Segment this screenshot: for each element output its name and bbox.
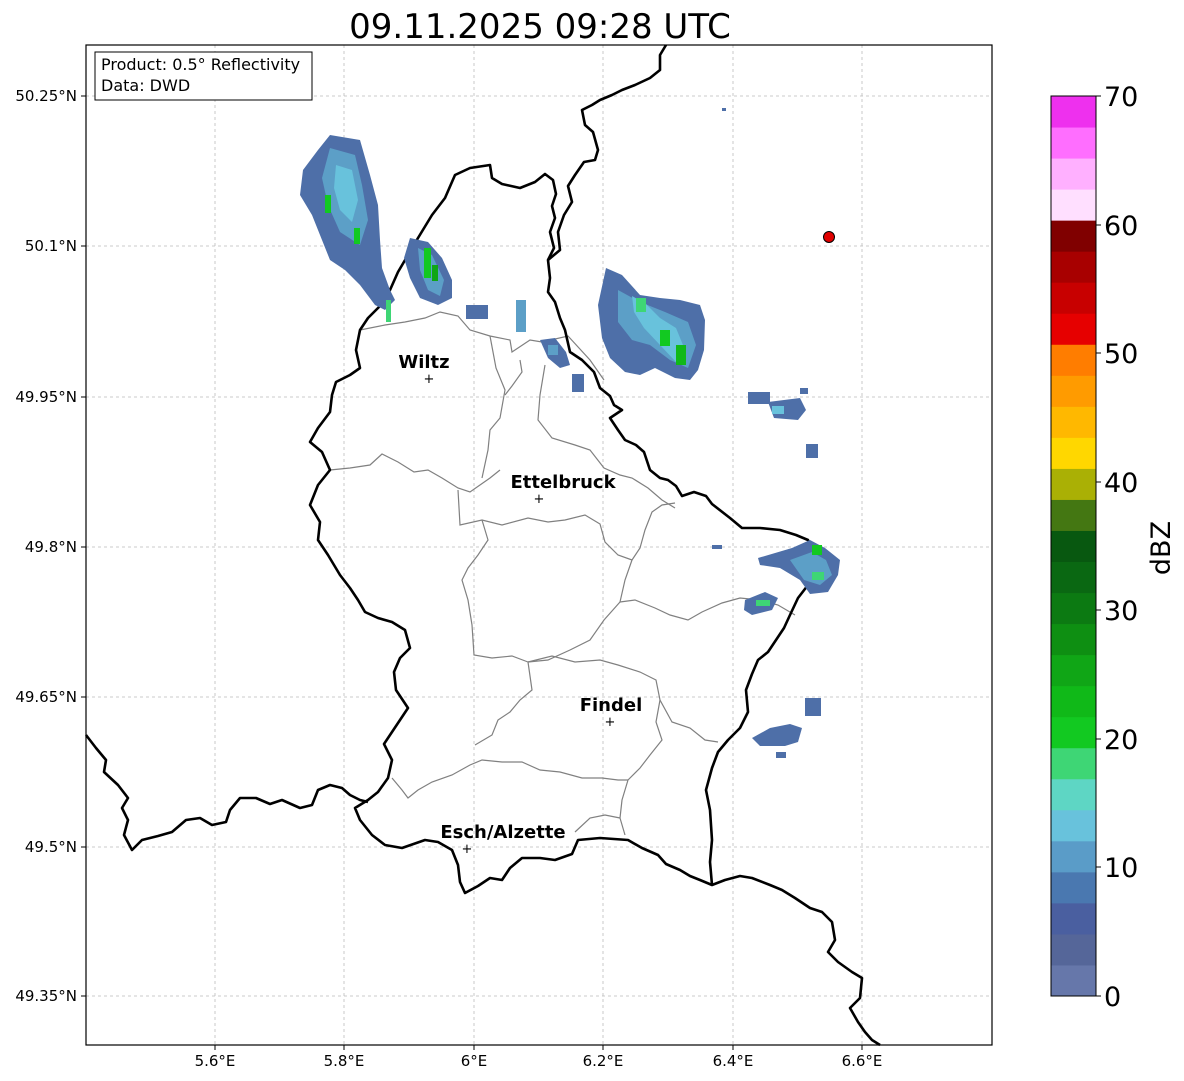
product-label: Product: 0.5° Reflectivity [101,55,300,74]
x-tick-label: 6.6°E [842,1052,883,1070]
colorbar-segment [1051,654,1096,687]
colorbar-tick-marks [1096,95,1101,997]
map-area[interactable] [86,45,992,1045]
y-tick-label: 49.95°N [15,388,77,406]
colorbar-tick-label: 30 [1104,596,1138,627]
x-axis-labels: 5.6°E 5.8°E 6°E 6.2°E 6.4°E 6.6°E [195,1052,883,1070]
colorbar-segment [1051,406,1096,438]
colorbar-tick-label: 50 [1104,339,1138,370]
city-label: Wiltz [398,352,449,373]
colorbar-unit-label: dBZ [1146,521,1177,575]
city-marker-icon: + [605,715,616,730]
colorbar-segment [1051,592,1096,625]
radar-site-marker[interactable] [823,231,835,243]
colorbar-tick-label: 0 [1104,982,1121,1013]
city-marker-icon: + [534,492,545,507]
colorbar-segment [1051,747,1096,780]
colorbar-segment [1051,809,1096,842]
y-tick-label: 49.8°N [25,538,77,556]
x-tick-label: 6.4°E [713,1052,754,1070]
colorbar-segment [1051,902,1096,935]
x-tick-label: 6.2°E [583,1052,624,1070]
colorbar-segment [1051,96,1096,128]
colorbar-segment [1051,437,1096,469]
y-tick-label: 49.35°N [15,987,77,1005]
colorbar-segment [1051,344,1096,376]
colorbar-segment [1051,189,1096,221]
colorbar-segment [1051,127,1096,159]
colorbar [1051,96,1096,997]
colorbar-segment [1051,282,1096,314]
city-marker-icon: + [424,372,435,387]
colorbar-segment [1051,530,1096,563]
colorbar-tick-label: 20 [1104,725,1138,756]
colorbar-segment [1051,685,1096,718]
colorbar-segment [1051,499,1096,531]
x-tick-label: 6°E [461,1052,488,1070]
y-tick-label: 50.25°N [15,87,77,105]
y-tick-label: 49.5°N [25,838,77,856]
colorbar-tick-label: 40 [1104,468,1138,499]
city-label: Ettelbruck [510,472,616,493]
colorbar-segment [1051,251,1096,283]
city-marker-icon: + [462,842,473,857]
colorbar-segment [1051,158,1096,190]
data-source-label: Data: DWD [101,76,190,95]
colorbar-segment [1051,840,1096,873]
y-axis-labels: 50.25°N 50.1°N 49.95°N 49.8°N 49.65°N 49… [15,87,77,1005]
map-title: 09.11.2025 09:28 UTC [349,7,731,47]
colorbar-segment [1051,468,1096,500]
city-label: Esch/Alzette [440,822,565,843]
colorbar-segment [1051,716,1096,749]
colorbar-segment [1051,375,1096,407]
colorbar-segment [1051,561,1096,594]
colorbar-segment [1051,871,1096,904]
colorbar-segment [1051,964,1096,997]
colorbar-tick-label: 70 [1104,82,1138,113]
colorbar-segment [1051,778,1096,811]
colorbar-segment [1051,623,1096,656]
info-box: Product: 0.5° Reflectivity Data: DWD [94,51,313,101]
y-tick-label: 49.65°N [15,688,77,706]
colorbar-tick-label: 60 [1104,211,1138,242]
y-tick-label: 50.1°N [25,237,77,255]
colorbar-segment [1051,220,1096,252]
colorbar-segment [1051,313,1096,345]
x-tick-label: 5.8°E [324,1052,365,1070]
city-label: Findel [580,695,643,716]
colorbar-ticks: 0 10 20 30 40 50 60 70 [1104,82,1138,1013]
colorbar-segment [1051,933,1096,966]
x-tick-label: 5.6°E [195,1052,236,1070]
colorbar-tick-label: 10 [1104,853,1138,884]
